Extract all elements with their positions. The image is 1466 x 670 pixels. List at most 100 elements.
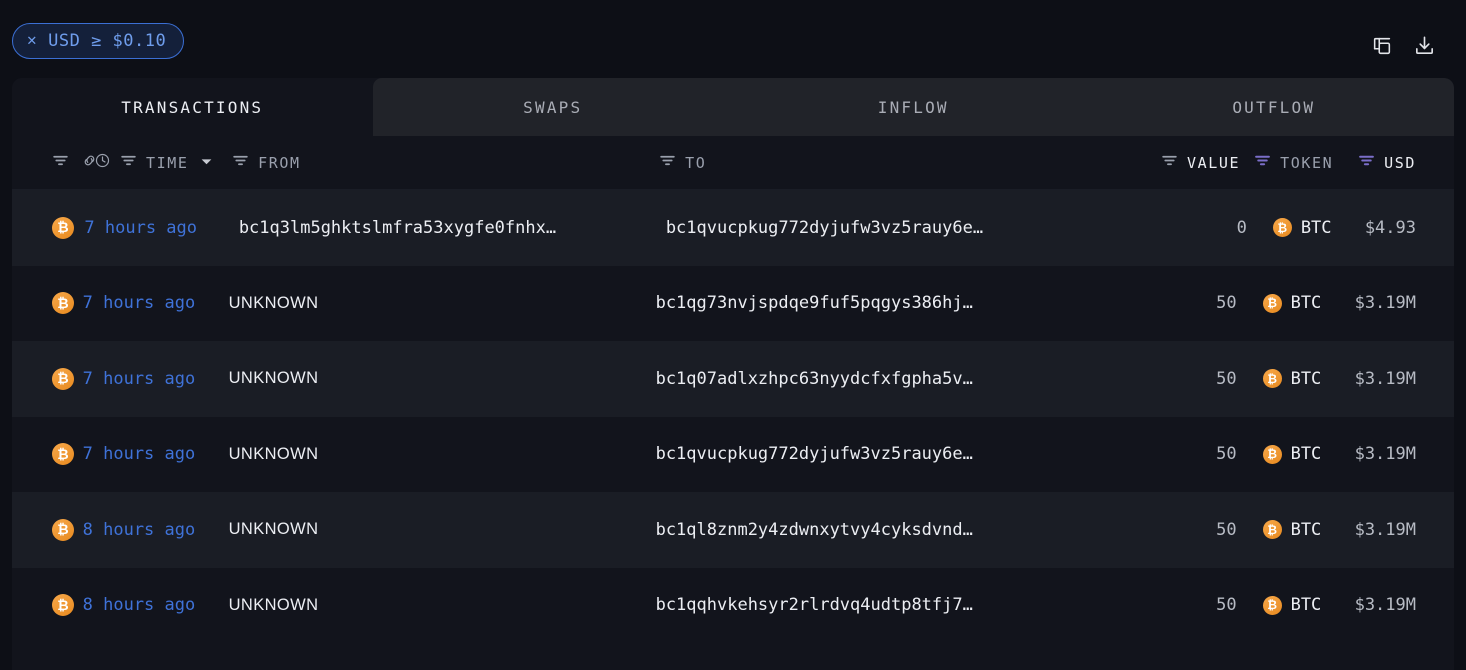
row-to[interactable]: bc1q07adlxzhpc63nyydcfxfgpha5v… <box>656 369 1125 389</box>
filter-icon[interactable] <box>1254 152 1271 173</box>
row-value: 50 <box>1216 444 1237 465</box>
row-chain-icon-cell: ₿ <box>52 292 83 315</box>
row-usd: $4.93 <box>1364 217 1416 238</box>
row-value: 50 <box>1216 293 1237 314</box>
row-token-label: BTC <box>1300 217 1332 238</box>
bitcoin-icon: ₿ <box>52 216 74 239</box>
row-to[interactable]: bc1qvucpkug772dyjufw3vz5rauy6e… <box>656 444 1125 464</box>
filter-icon[interactable] <box>120 152 137 173</box>
bitcoin-icon: ₿ <box>52 367 74 390</box>
header-time[interactable]: TIME <box>94 152 232 173</box>
tab-inflow-label: INFLOW <box>877 97 949 117</box>
row-from[interactable]: UNKNOWN <box>229 369 656 388</box>
row-from[interactable]: UNKNOWN <box>229 445 656 464</box>
bitcoin-icon: ₿ <box>1262 520 1282 540</box>
bitcoin-icon: ₿ <box>52 518 74 541</box>
row-value: 50 <box>1216 368 1237 389</box>
top-actions <box>1371 34 1436 57</box>
row-to[interactable]: bc1qqhvkehsyr2rlrdvq4udtp8tfj7… <box>656 595 1125 615</box>
header-from[interactable]: FROM <box>232 152 659 173</box>
header-to-label: TO <box>685 153 707 172</box>
tab-bar: TRANSACTIONS SWAPS INFLOW OUTFLOW <box>12 78 1454 136</box>
bitcoin-icon: ₿ <box>52 292 74 315</box>
filter-chip-usd[interactable]: ✕ USD ≥ $0.10 <box>12 23 185 59</box>
table-row[interactable]: ₿ 8 hours ago UNKNOWN bc1ql8znm2y4zdwnxy… <box>12 492 1454 568</box>
row-token-label: BTC <box>1290 519 1322 540</box>
row-token-label: BTC <box>1290 444 1322 465</box>
row-usd: $3.19M <box>1354 519 1416 540</box>
header-to[interactable]: TO <box>659 152 1128 173</box>
header-value-label: VALUE <box>1186 153 1241 172</box>
row-value: 0 <box>1236 217 1247 238</box>
row-token-label: BTC <box>1290 368 1322 389</box>
tab-swaps[interactable]: SWAPS <box>372 78 733 136</box>
tab-transactions[interactable]: TRANSACTIONS <box>12 78 373 136</box>
row-chain-icon-cell: ₿ <box>52 594 83 617</box>
row-to[interactable]: bc1qg73nvjspdqe9fuf5pqgys386hj… <box>656 293 1125 313</box>
tab-outflow[interactable]: OUTFLOW <box>1093 78 1454 136</box>
table-row[interactable]: ₿ 7 hours ago UNKNOWN bc1qg73nvjspdqe9fu… <box>12 266 1454 342</box>
bitcoin-icon: ₿ <box>52 443 74 466</box>
row-to[interactable]: bc1qvucpkug772dyjufw3vz5rauy6e… <box>666 218 1135 238</box>
bitcoin-icon: ₿ <box>1262 595 1282 615</box>
row-time: 7 hours ago <box>82 293 196 314</box>
header-from-label: FROM <box>258 153 301 172</box>
transactions-panel: TRANSACTIONS SWAPS INFLOW OUTFLOW TIME F… <box>12 78 1454 670</box>
row-token-label: BTC <box>1290 293 1322 314</box>
filter-icon[interactable] <box>232 152 249 173</box>
row-chain-icon-cell: ₿ <box>52 443 83 466</box>
filter-icon[interactable] <box>52 152 69 173</box>
download-icon[interactable] <box>1413 34 1436 57</box>
row-from[interactable]: bc1q3lm5ghktslmfra53xygfe0fnhx… <box>239 218 666 238</box>
header-usd-label: USD <box>1384 153 1416 172</box>
filter-chip-label: USD ≥ $0.10 <box>48 31 167 51</box>
tab-inflow[interactable]: INFLOW <box>733 78 1094 136</box>
bitcoin-icon: ₿ <box>52 594 74 617</box>
tab-transactions-label: TRANSACTIONS <box>121 97 264 117</box>
row-time: 8 hours ago <box>82 595 196 616</box>
copy-icon[interactable] <box>1371 35 1393 57</box>
row-token: ₿ BTC <box>1237 444 1355 464</box>
row-to[interactable]: bc1ql8znm2y4zdwnxytvy4cyksdvnd… <box>656 520 1125 540</box>
row-time: 7 hours ago <box>82 368 196 389</box>
header-token-label: TOKEN <box>1280 153 1334 172</box>
tab-swaps-label: SWAPS <box>523 97 583 117</box>
row-from[interactable]: UNKNOWN <box>229 520 656 539</box>
row-usd: $3.19M <box>1354 293 1416 314</box>
header-token[interactable]: TOKEN <box>1240 152 1358 173</box>
table-row[interactable]: ₿ 7 hours ago bc1q3lm5ghktslmfra53xygfe0… <box>12 190 1454 266</box>
table-row[interactable]: ₿ 7 hours ago UNKNOWN bc1qvucpkug772dyju… <box>12 417 1454 493</box>
header-usd[interactable]: USD <box>1358 152 1416 173</box>
chevron-down-icon[interactable] <box>200 154 213 172</box>
row-usd: $3.19M <box>1354 444 1416 465</box>
row-value: 50 <box>1216 595 1237 616</box>
table-row[interactable]: ₿ 8 hours ago UNKNOWN bc1qqhvkehsyr2rlrd… <box>12 568 1454 644</box>
header-chain[interactable] <box>52 152 95 173</box>
row-chain-icon-cell: ₿ <box>52 216 84 239</box>
row-from[interactable]: UNKNOWN <box>229 294 656 313</box>
table-row[interactable]: ₿ 7 hours ago UNKNOWN bc1q07adlxzhpc63ny… <box>12 341 1454 417</box>
clock-icon[interactable] <box>94 152 111 173</box>
filter-icon[interactable] <box>659 152 676 173</box>
bitcoin-icon: ₿ <box>1262 444 1282 464</box>
filter-icon[interactable] <box>1358 152 1375 173</box>
row-chain-icon-cell: ₿ <box>52 367 83 390</box>
row-token: ₿ BTC <box>1237 595 1355 615</box>
close-icon[interactable]: ✕ <box>27 32 37 48</box>
row-token: ₿ BTC <box>1237 369 1355 389</box>
header-value[interactable]: VALUE <box>1128 152 1240 173</box>
row-token: ₿ BTC <box>1247 218 1365 238</box>
row-chain-icon-cell: ₿ <box>52 518 83 541</box>
row-token-label: BTC <box>1290 595 1322 616</box>
bitcoin-icon: ₿ <box>1262 293 1282 313</box>
tab-outflow-label: OUTFLOW <box>1232 97 1316 117</box>
row-token: ₿ BTC <box>1237 520 1355 540</box>
filter-icon[interactable] <box>1161 152 1178 173</box>
row-from[interactable]: UNKNOWN <box>229 596 656 615</box>
row-token: ₿ BTC <box>1237 293 1355 313</box>
table-header-row: TIME FROM TO VALUE TOKEN USD <box>12 136 1454 190</box>
bitcoin-icon: ₿ <box>1262 369 1282 389</box>
row-value: 50 <box>1216 519 1237 540</box>
row-time: 7 hours ago <box>82 444 196 465</box>
row-usd: $3.19M <box>1354 368 1416 389</box>
